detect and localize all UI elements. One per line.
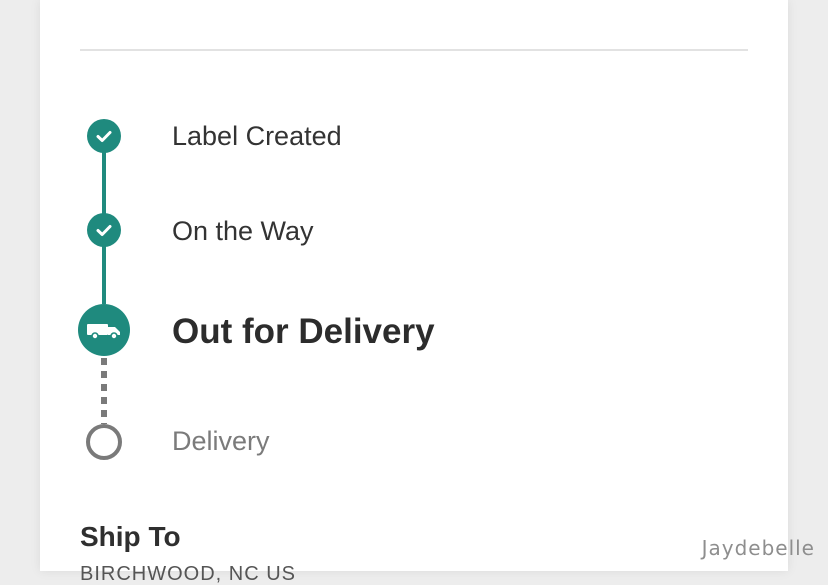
tracking-card: Label Created On the Way Out for Deliver…: [40, 0, 788, 584]
step-label-delivery: Delivery: [172, 426, 270, 456]
ship-to-address: BIRCHWOOD, NC US: [80, 563, 296, 585]
step-label-out-for-delivery: Out for Delivery: [172, 312, 435, 351]
step-node-on-the-way: [87, 213, 121, 247]
watermark-text: Jaydebelle: [701, 536, 815, 560]
check-icon: [96, 131, 112, 142]
step-node-out-for-delivery: [78, 304, 130, 356]
step-label-on-the-way: On the Way: [172, 216, 314, 246]
delivery-timeline: Label Created On the Way Out for Deliver…: [40, 0, 788, 480]
check-icon: [96, 225, 112, 236]
step-label-label-created: Label Created: [172, 121, 342, 151]
timeline-connector-pending: [101, 358, 107, 424]
delivery-truck-icon: [87, 324, 120, 340]
step-node-delivery: [86, 424, 122, 460]
step-node-label-created: [87, 119, 121, 153]
ship-to-heading: Ship To: [80, 521, 181, 552]
timeline-connector-completed: [102, 152, 106, 214]
timeline-connector-completed: [102, 246, 106, 304]
